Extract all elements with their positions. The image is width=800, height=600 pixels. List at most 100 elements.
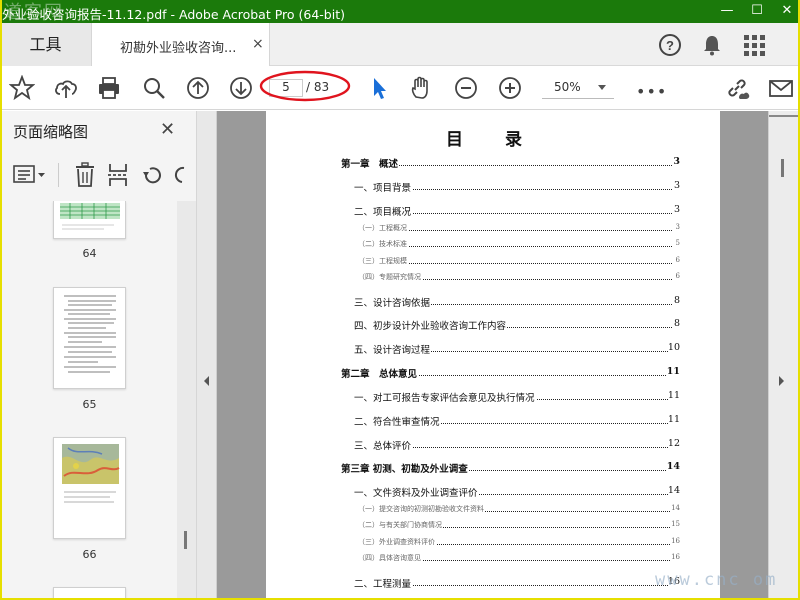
toc-entry-text: 一、项目背景	[354, 180, 413, 194]
toc-entry[interactable]: （三）工程规模 6	[266, 256, 720, 270]
zoom-out-icon[interactable]	[453, 75, 479, 101]
previous-page-icon[interactable]	[185, 75, 211, 101]
zoom-value: 50%	[554, 80, 581, 94]
email-icon[interactable]	[768, 75, 794, 101]
toc-entry[interactable]: （二）技术标准 5	[266, 239, 720, 253]
toc-entry[interactable]: 一、项目背景 3	[266, 180, 720, 194]
hand-tool-icon[interactable]	[408, 75, 434, 101]
toc-entry[interactable]: （三）外业调查资料评价 16	[266, 537, 720, 551]
toc-page-number: 3	[673, 156, 680, 167]
toc-entry-text: （二）技术标准	[358, 239, 408, 249]
toc-page-number: 11	[666, 366, 680, 377]
rotate-left-icon[interactable]	[140, 163, 164, 187]
toc-entry-text: 第三章 初测、初勘及外业调查	[341, 461, 469, 475]
close-window-button[interactable]: ✕	[772, 0, 800, 23]
chevron-left-icon	[204, 376, 209, 386]
bookmark-star-icon[interactable]	[9, 75, 35, 101]
toc-entry[interactable]: （四）专题研究情况 6	[266, 272, 720, 286]
scrollbar-thumb[interactable]	[184, 531, 187, 549]
thumbnail-page-66[interactable]	[53, 437, 126, 539]
toc-entry-text: 四、初步设计外业验收咨询工作内容	[354, 318, 508, 332]
toc-entry[interactable]: 一、文件资料及外业调查评价 14	[266, 485, 720, 499]
toc-entry[interactable]: 四、初步设计外业验收咨询工作内容 8	[266, 318, 720, 332]
close-tab-button[interactable]: ×	[252, 36, 264, 52]
thumbnail-map-preview	[62, 444, 120, 503]
toc-entry[interactable]: （一）工程概况 3	[266, 223, 720, 237]
thumbnail-scrollbar[interactable]	[177, 201, 196, 600]
print-icon[interactable]	[96, 75, 122, 101]
cloud-upload-icon[interactable]	[53, 75, 79, 101]
scrollbar-top-edge	[769, 115, 799, 121]
toc-entry-text: （四）专题研究情况	[358, 272, 422, 282]
toc-entry-text: 五、设计咨询过程	[354, 342, 432, 356]
help-icon[interactable]: ?	[658, 33, 682, 57]
toc-page-number: 14	[666, 461, 680, 472]
toc-entry-text: 第二章 总体意见	[341, 366, 419, 380]
collapse-panel-button[interactable]	[197, 111, 217, 600]
thumbnail-page-65[interactable]	[53, 287, 126, 389]
zoom-select[interactable]: 50%	[542, 77, 614, 99]
share-link-icon[interactable]	[724, 75, 750, 101]
toc-entry[interactable]: 三、设计咨询依据 8	[266, 295, 720, 309]
toc-page-number: 16	[671, 553, 680, 561]
toc-heading: 目 录	[446, 130, 540, 150]
thumbnail-page-64[interactable]	[53, 201, 126, 239]
thumbnail-table-preview	[60, 203, 120, 230]
thumbnail-page-number: 65	[82, 398, 97, 411]
toc-entry-text: 二、项目概况	[354, 204, 413, 218]
window-title: 外业验收咨询报告-11.12.pdf - Adobe Acrobat Pro (…	[2, 7, 345, 22]
title-bar: 道客网 外业验收咨询报告-11.12.pdf - Adobe Acrobat P…	[0, 0, 800, 23]
toc-page-number: 6	[675, 272, 680, 280]
thumbnail-options-icon[interactable]	[12, 163, 48, 187]
toc-entry[interactable]: 第一章 概述 3	[266, 156, 720, 170]
close-panel-button[interactable]: ✕	[160, 119, 175, 140]
bell-icon[interactable]	[700, 33, 724, 57]
toc-entry-text: 一、文件资料及外业调查评价	[354, 485, 479, 499]
zoom-in-icon[interactable]	[497, 75, 523, 101]
toc-page-number: 12	[667, 438, 680, 449]
tab-tools[interactable]: 工具	[0, 23, 92, 66]
minimize-button[interactable]: —	[712, 0, 742, 23]
toc-entry[interactable]: （二）与有关部门协商情况 15	[266, 520, 720, 534]
toc-entry[interactable]: （四）具体咨询意见 16	[266, 553, 720, 567]
select-cursor-icon[interactable]	[366, 75, 392, 101]
toc-entry[interactable]: 二、项目概况 3	[266, 204, 720, 218]
extract-pages-icon[interactable]	[106, 162, 130, 188]
delete-page-icon[interactable]	[73, 162, 97, 188]
toc-page-number: 8	[673, 318, 680, 329]
scrollbar-thumb[interactable]	[781, 159, 784, 177]
search-icon[interactable]	[141, 75, 167, 101]
apps-grid-icon[interactable]	[742, 33, 766, 57]
toc-entry[interactable]: 二、符合性审查情况 11	[266, 414, 720, 428]
toc-entry[interactable]: 五、设计咨询过程 10	[266, 342, 720, 356]
thumbnail-page-67[interactable]	[53, 587, 126, 600]
divider	[58, 163, 59, 187]
toc-entry[interactable]: 第三章 初测、初勘及外业调查 14	[266, 461, 720, 475]
toc-entry[interactable]: （一）提交咨询的初测初勘验收文件资料 14	[266, 504, 720, 518]
toc-entry-text: （四）具体咨询意见	[358, 553, 422, 563]
chevron-right-icon	[779, 376, 784, 386]
next-page-icon[interactable]	[228, 75, 254, 101]
toc-entry[interactable]: 二、工程测量 16	[266, 576, 720, 590]
toc-page-number: 3	[673, 180, 680, 191]
rotate-right-icon[interactable]	[172, 163, 188, 187]
toc-entry-text: 第一章 概述	[341, 156, 400, 170]
document-tab-label: 初勘外业验收咨询...	[120, 41, 237, 56]
toc-entry[interactable]: 一、对工可报告专家评估会意见及执行情况 11	[266, 390, 720, 404]
toc-entry-text: （一）工程概况	[358, 223, 408, 233]
document-scrollbar[interactable]	[768, 111, 799, 600]
toc-entry-text: 二、符合性审查情况	[354, 414, 441, 428]
toc-page-number: 3	[673, 204, 680, 215]
toc-entry[interactable]: 第二章 总体意见 11	[266, 366, 720, 380]
toc-page-number: 15	[671, 520, 680, 528]
tab-document[interactable]: 初勘外业验收咨询... ×	[92, 23, 270, 67]
pdf-page: 目 录 第一章 概述 3 一、项目背景 3 二、项目概况 3 （一）工程概况 3 （二）技术标准…	[266, 111, 720, 600]
toc-entry[interactable]: 三、总体评价 12	[266, 438, 720, 452]
toc-entry-text: 三、总体评价	[354, 438, 413, 452]
toc-entry-text: 二、工程测量	[354, 576, 413, 590]
more-tools-button[interactable]: •••	[636, 82, 667, 101]
maximize-button[interactable]: ☐	[742, 0, 772, 23]
toc-page-number: 8	[673, 295, 680, 306]
thumbnail-page-number: 66	[82, 548, 97, 561]
main-toolbar: 5 / 83 50% •••	[0, 66, 800, 110]
